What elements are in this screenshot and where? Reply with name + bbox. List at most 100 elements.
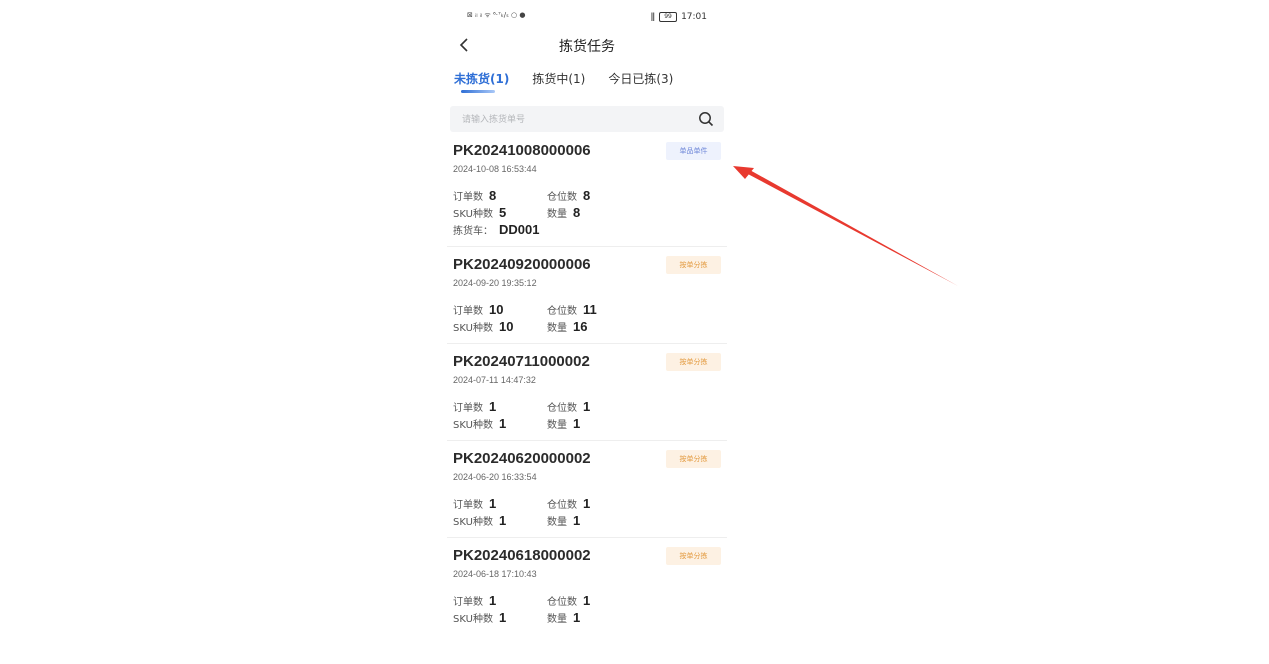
location-count-label: 仓位数 xyxy=(547,403,577,414)
location-count-value: 11 xyxy=(583,302,597,317)
task-type-badge: 按单分拣 xyxy=(666,450,721,468)
task-type-badge: 单品单件 xyxy=(666,142,721,160)
location-count-label: 仓位数 xyxy=(547,192,577,203)
quantity-label: 数量 xyxy=(547,420,567,431)
sku-count: SKU种数 10 xyxy=(453,319,513,334)
battery-icon: 99 xyxy=(659,12,678,22)
order-count: 订单数 1 xyxy=(453,496,496,511)
status-tabs: 未拣货(1) 拣货中(1) 今日已拣(3) xyxy=(454,70,696,96)
sku-count-label: SKU种数 xyxy=(453,420,493,431)
pick-cart: 拣货车： DD001 xyxy=(453,222,539,237)
quantity: 数量 8 xyxy=(547,205,580,220)
task-datetime: 2024-06-18 17:10:43 xyxy=(453,569,537,579)
location-count: 仓位数 8 xyxy=(547,188,590,203)
location-count: 仓位数 11 xyxy=(547,302,597,317)
quantity-value: 8 xyxy=(573,205,581,220)
order-count-label: 订单数 xyxy=(453,597,483,608)
quantity-value: 1 xyxy=(573,610,581,625)
location-count-value: 1 xyxy=(583,593,591,608)
divider xyxy=(447,537,727,538)
order-count-label: 订单数 xyxy=(453,306,483,317)
sku-count-value: 1 xyxy=(498,610,507,625)
location-count-label: 仓位数 xyxy=(547,306,577,317)
order-count-label: 订单数 xyxy=(453,403,483,414)
divider xyxy=(447,440,727,441)
order-count: 订单数 1 xyxy=(453,399,496,414)
location-count: 仓位数 1 xyxy=(547,399,590,414)
pick-cart-label: 拣货车： xyxy=(453,226,493,237)
task-type-badge: 按单分拣 xyxy=(666,256,721,274)
quantity-value: 1 xyxy=(573,416,581,431)
sku-count-value: 1 xyxy=(498,416,507,431)
quantity-label: 数量 xyxy=(547,323,567,334)
quantity: 数量 1 xyxy=(547,513,580,528)
quantity: 数量 1 xyxy=(547,416,580,431)
location-count: 仓位数 1 xyxy=(547,496,590,511)
order-count-value: 1 xyxy=(489,593,497,608)
task-type-badge: 按单分拣 xyxy=(666,547,721,565)
order-count: 订单数 1 xyxy=(453,593,496,608)
task-card[interactable]: PK20241008000006 单品单件 2024-10-08 16:53:4… xyxy=(447,142,727,245)
task-datetime: 2024-09-20 19:35:12 xyxy=(453,278,537,288)
sku-count-label: SKU种数 xyxy=(453,517,493,528)
order-count-label: 订单数 xyxy=(453,192,483,203)
quantity-label: 数量 xyxy=(547,614,567,625)
location-count-value: 1 xyxy=(583,399,591,414)
status-bar: ⊠ ᵢₗ ᵢₗ ᯤ ⁶·⁷ₖ/ₛ ○ ● ǁ 99 17:01 xyxy=(447,8,727,28)
phone-screen: ⊠ ᵢₗ ᵢₗ ᯤ ⁶·⁷ₖ/ₛ ○ ● ǁ 99 17:01 拣货任务 未拣货… xyxy=(447,0,727,664)
annotation-arrow-head xyxy=(733,166,754,179)
order-count-label: 订单数 xyxy=(453,500,483,511)
order-count-value: 10 xyxy=(489,302,504,317)
sku-count-value: 5 xyxy=(498,205,507,220)
task-code: PK20240620000002 xyxy=(453,450,591,467)
quantity-value: 1 xyxy=(573,513,581,528)
status-icons: ⊠ ᵢₗ ᵢₗ ᯤ ⁶·⁷ₖ/ₛ ○ ● xyxy=(467,11,525,20)
order-count-value: 1 xyxy=(489,399,497,414)
quantity: 数量 16 xyxy=(547,319,587,334)
search-input[interactable] xyxy=(460,111,684,129)
sku-count: SKU种数 1 xyxy=(453,610,506,625)
location-count-value: 1 xyxy=(583,496,591,511)
location-count-label: 仓位数 xyxy=(547,597,577,608)
task-code: PK20240920000006 xyxy=(453,256,591,273)
divider xyxy=(447,343,727,344)
pick-cart-value: DD001 xyxy=(499,222,540,237)
task-card[interactable]: PK20240620000002 按单分拣 2024-06-20 16:33:5… xyxy=(447,450,727,536)
task-card[interactable]: PK20240920000006 按单分拣 2024-09-20 19:35:1… xyxy=(447,256,727,342)
tab-picking[interactable]: 拣货中(1) xyxy=(532,70,585,96)
tab-picked-today[interactable]: 今日已拣(3) xyxy=(608,70,673,96)
sku-count-label: SKU种数 xyxy=(453,323,493,334)
divider xyxy=(447,246,727,247)
sku-count-value: 1 xyxy=(498,513,507,528)
sku-count: SKU种数 1 xyxy=(453,513,506,528)
location-count: 仓位数 1 xyxy=(547,593,590,608)
task-code: PK20240711000002 xyxy=(453,353,590,370)
order-count-value: 1 xyxy=(489,496,497,511)
sku-count-label: SKU种数 xyxy=(453,209,493,220)
search-bar xyxy=(450,106,724,132)
task-datetime: 2024-06-20 16:33:54 xyxy=(453,472,537,482)
status-indicators: ⊠ ᵢₗ ᵢₗ ᯤ ⁶·⁷ₖ/ₛ ○ ● xyxy=(467,11,526,19)
location-count-value: 8 xyxy=(583,188,591,203)
quantity-value: 16 xyxy=(573,319,588,334)
quantity-label: 数量 xyxy=(547,209,567,220)
location-count-label: 仓位数 xyxy=(547,500,577,511)
quantity-label: 数量 xyxy=(547,517,567,528)
quantity: 数量 1 xyxy=(547,610,580,625)
annotation-arrow-shaft xyxy=(746,169,958,286)
vibrate-icon: ǁ xyxy=(650,12,656,22)
task-datetime: 2024-10-08 16:53:44 xyxy=(453,164,537,174)
nav-bar: 拣货任务 xyxy=(447,32,727,58)
task-card[interactable]: PK20240618000002 按单分拣 2024-06-18 17:10:4… xyxy=(447,547,727,633)
tab-unpicked[interactable]: 未拣货(1) xyxy=(454,70,509,96)
sku-count: SKU种数 1 xyxy=(453,416,506,431)
task-card[interactable]: PK20240711000002 按单分拣 2024-07-11 14:47:3… xyxy=(447,353,727,439)
task-datetime: 2024-07-11 14:47:32 xyxy=(453,375,536,385)
order-count: 订单数 8 xyxy=(453,188,496,203)
search-icon[interactable] xyxy=(698,111,714,127)
sku-count-label: SKU种数 xyxy=(453,614,493,625)
task-code: PK20241008000006 xyxy=(453,142,591,159)
page-title: 拣货任务 xyxy=(559,39,615,55)
task-code: PK20240618000002 xyxy=(453,547,591,564)
order-count-value: 8 xyxy=(489,188,497,203)
